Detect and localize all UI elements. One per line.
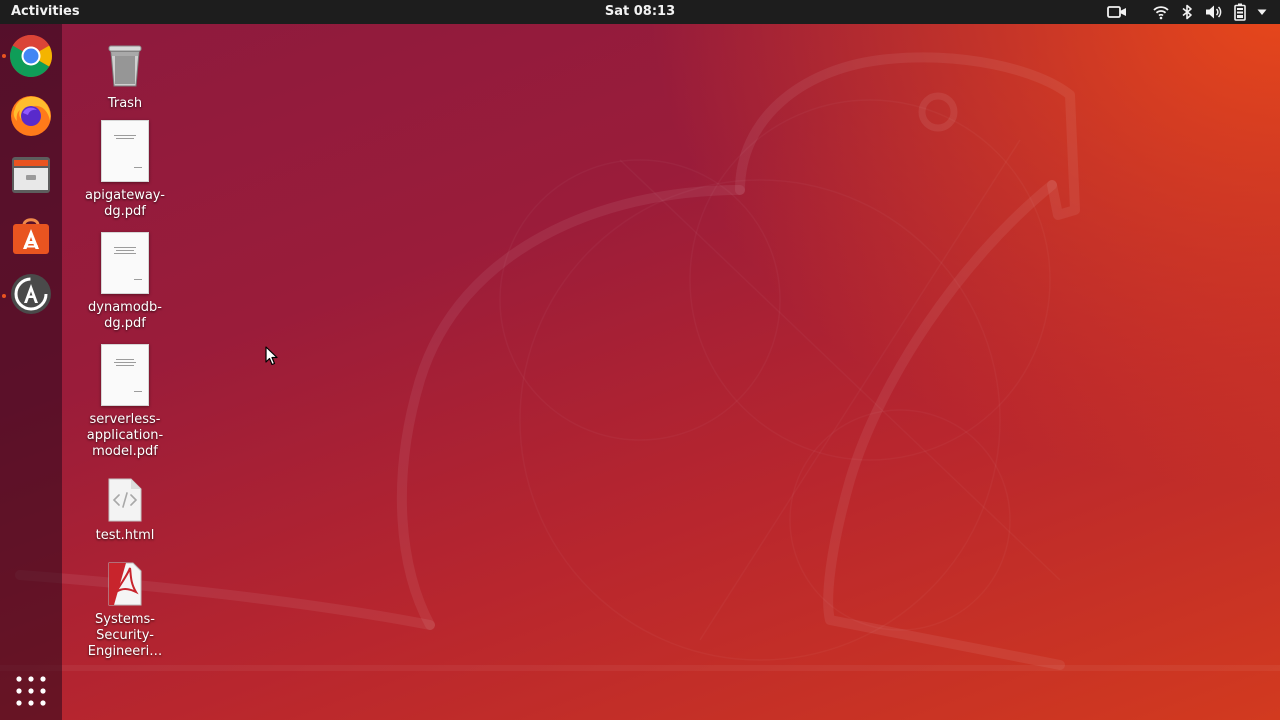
bluetooth-icon[interactable] [1181, 3, 1193, 21]
running-indicator [2, 54, 6, 58]
top-bar: Activities Sat 08:13 [0, 0, 1280, 24]
pdf-document-icon [101, 344, 149, 406]
software-center-icon [13, 218, 49, 254]
clock[interactable]: Sat 08:13 [605, 4, 675, 19]
files-icon [12, 157, 50, 193]
desktop-icon-test-html[interactable]: test.html [85, 474, 165, 544]
pdf-reader-file-icon [101, 558, 149, 606]
desktop-icon-label: dynamodb-dg.pdf [88, 300, 162, 331]
chrome-icon [9, 34, 53, 78]
system-menu-arrow-icon[interactable] [1256, 3, 1268, 21]
desktop-icon-trash[interactable]: Trash [85, 30, 165, 112]
dock-item-software-updater[interactable] [7, 270, 55, 318]
show-applications-button[interactable] [14, 674, 48, 708]
dock-item-firefox[interactable] [7, 91, 55, 139]
app-grid-icon [16, 676, 46, 706]
desktop-icon-apigateway-pdf[interactable]: apigateway-dg.pdf [85, 120, 165, 220]
mouse-pointer-icon [265, 346, 278, 366]
screen-recording-icon[interactable] [1107, 3, 1127, 21]
volume-icon[interactable] [1205, 3, 1223, 21]
dock-item-chrome[interactable] [7, 32, 55, 80]
desktop-icon-serverless-pdf[interactable]: serverless-application-model.pdf [85, 344, 165, 460]
desktop-icon-label: Systems-Security-Engineeri… [87, 612, 163, 659]
dock-item-ubuntu-software[interactable] [7, 211, 55, 259]
dock [0, 24, 62, 720]
dock-item-files[interactable] [7, 151, 55, 199]
desktop-icon-label: test.html [95, 528, 155, 543]
desktop-icon-systems-security-engineering[interactable]: Systems-Security-Engineeri… [85, 558, 165, 660]
wallpaper-mascot-art [0, 52, 1280, 671]
desktop-icon-dynamodb-pdf[interactable]: dynamodb-dg.pdf [85, 232, 165, 332]
firefox-icon [11, 96, 51, 136]
software-updater-icon [11, 274, 51, 314]
desktop-icon-label: serverless-application-model.pdf [86, 412, 164, 459]
trash-icon [101, 30, 149, 90]
running-indicator [2, 294, 6, 298]
wifi-icon[interactable] [1153, 3, 1169, 21]
activities-button[interactable]: Activities [11, 4, 80, 19]
pdf-document-icon [101, 232, 149, 294]
html-file-icon [101, 474, 149, 522]
desktop[interactable]: Activities Sat 08:13 Trash apigateway-dg… [0, 0, 1280, 720]
battery-icon[interactable] [1234, 3, 1246, 21]
desktop-icon-label: Trash [107, 96, 143, 111]
desktop-icon-label: apigateway-dg.pdf [85, 188, 165, 219]
pdf-document-icon [101, 120, 149, 182]
